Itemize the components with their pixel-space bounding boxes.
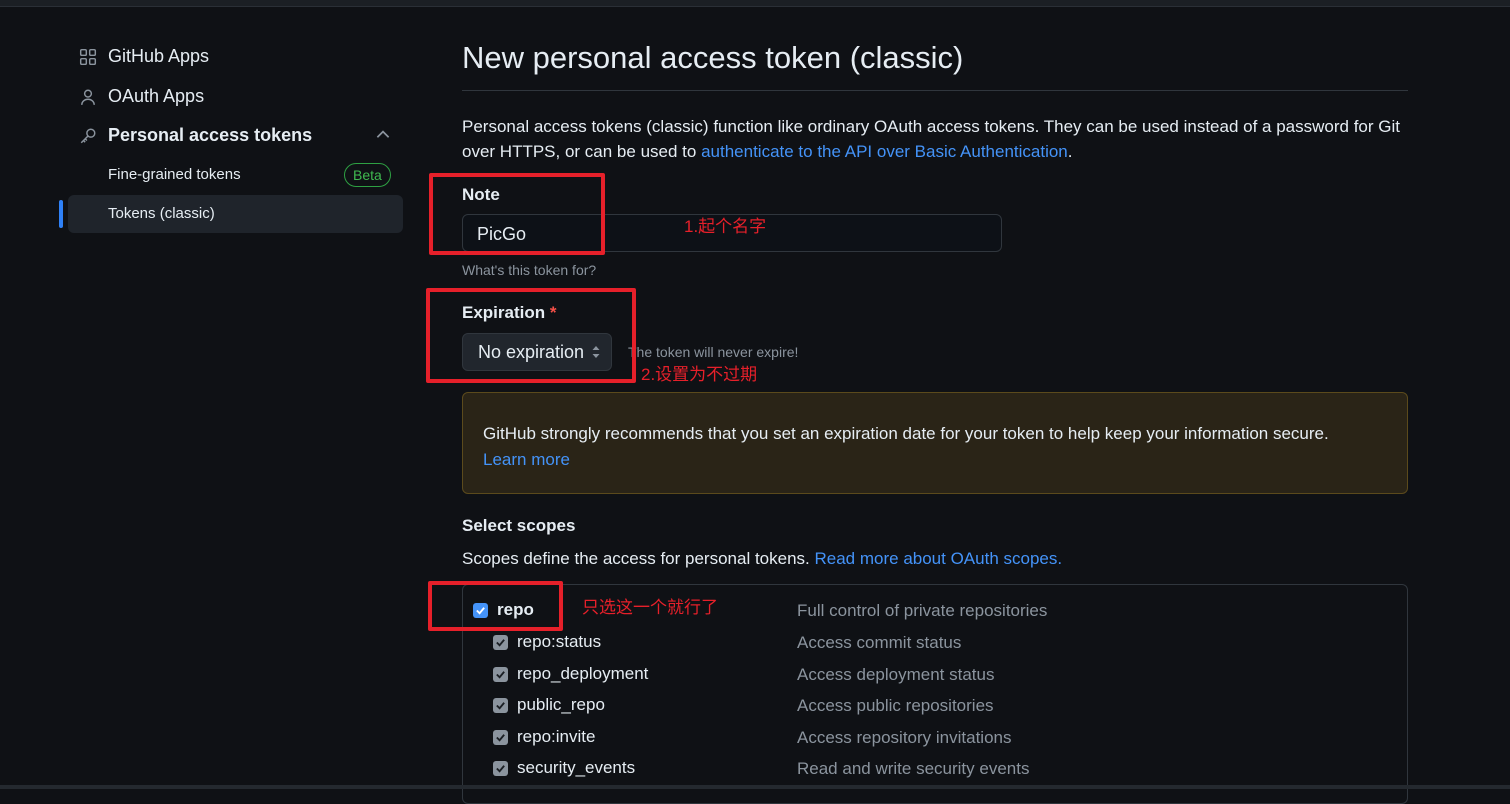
note-hint: What's this token for? xyxy=(462,262,597,278)
window-bottom-border xyxy=(0,785,1510,789)
annotation-box-expiration xyxy=(426,288,636,383)
key-icon xyxy=(78,126,98,146)
scope-row-repo-status[interactable]: repo:status xyxy=(493,632,601,652)
person-icon xyxy=(78,87,98,107)
sidebar-item-personal-access-tokens[interactable]: Personal access tokens xyxy=(78,125,312,146)
intro-end: . xyxy=(1067,142,1073,161)
scope-name: repo:status xyxy=(517,632,602,651)
scope-desc: Access repository invitations xyxy=(797,728,1012,747)
checkbox-checked-icon[interactable] xyxy=(493,760,508,776)
sidebar-item-label: OAuth Apps xyxy=(108,86,205,106)
sidebar-subitem-fine-grained-tokens[interactable]: Fine-grained tokens xyxy=(108,166,241,183)
sidebar-item-label: Personal access tokens xyxy=(108,125,313,145)
scope-row-repo-invite[interactable]: repo:invite xyxy=(493,727,595,747)
sidebar-subitem-label: Tokens (classic) xyxy=(108,205,215,222)
checkbox-checked-icon[interactable] xyxy=(493,666,508,682)
scope-name: repo_deployment xyxy=(517,664,649,683)
checkbox-checked-icon[interactable] xyxy=(493,634,508,650)
beta-badge: Beta xyxy=(344,163,391,187)
scopes-heading: Select scopes xyxy=(462,516,576,535)
sidebar-selected-indicator xyxy=(59,200,63,228)
scope-desc: Access commit status xyxy=(797,633,962,652)
checkbox-checked-icon[interactable] xyxy=(493,697,508,713)
sidebar-subitem-label: Fine-grained tokens xyxy=(108,166,241,183)
annotation-expiration: 2.设置为不过期 xyxy=(641,365,758,384)
sidebar-item-oauth-apps[interactable]: OAuth Apps xyxy=(78,86,204,107)
annotation-box-repo xyxy=(428,581,563,631)
oauth-scopes-link[interactable]: Read more about OAuth scopes. xyxy=(815,549,1063,568)
scopes-description: Scopes define the access for personal to… xyxy=(462,549,1062,569)
scope-name: repo:invite xyxy=(517,727,596,746)
scope-name: public_repo xyxy=(517,695,605,714)
checkbox-checked-icon[interactable] xyxy=(493,729,508,745)
learn-more-link[interactable]: Learn more xyxy=(483,450,570,469)
scope-desc: Access public repositories xyxy=(797,696,994,715)
scope-desc: Access deployment status xyxy=(797,665,995,684)
sidebar-item-github-apps[interactable]: GitHub Apps xyxy=(78,46,209,67)
annotation-box-note xyxy=(429,173,605,255)
scope-row-public-repo[interactable]: public_repo xyxy=(493,695,605,715)
sidebar-item-label: GitHub Apps xyxy=(108,46,210,66)
annotation-note: 1.起个名字 xyxy=(684,217,767,236)
chevron-up-icon[interactable] xyxy=(374,126,392,144)
window-top-border xyxy=(0,0,1510,7)
scope-desc: Read and write security events xyxy=(797,759,1030,778)
scope-desc: Full control of private repositories xyxy=(797,601,1048,620)
scopes-desc-text: Scopes define the access for personal to… xyxy=(462,549,810,568)
annotation-repo: 只选这一个就行了 xyxy=(582,598,718,617)
sidebar-subitem-tokens-classic[interactable]: Tokens (classic) xyxy=(108,205,215,222)
intro-paragraph: Personal access tokens (classic) functio… xyxy=(462,114,1407,164)
expiration-warning-flash: GitHub strongly recommends that you set … xyxy=(462,392,1408,494)
scope-name: security_events xyxy=(517,758,636,777)
warning-text: GitHub strongly recommends that you set … xyxy=(483,424,1329,443)
basic-auth-link[interactable]: authenticate to the API over Basic Authe… xyxy=(701,142,1068,161)
expiration-note: The token will never expire! xyxy=(628,344,799,360)
title-divider xyxy=(462,90,1408,91)
apps-icon xyxy=(78,47,98,67)
scope-row-repo-deployment[interactable]: repo_deployment xyxy=(493,664,648,684)
page-title: New personal access token (classic) xyxy=(462,40,964,75)
scope-row-security-events[interactable]: security_events xyxy=(493,758,635,778)
